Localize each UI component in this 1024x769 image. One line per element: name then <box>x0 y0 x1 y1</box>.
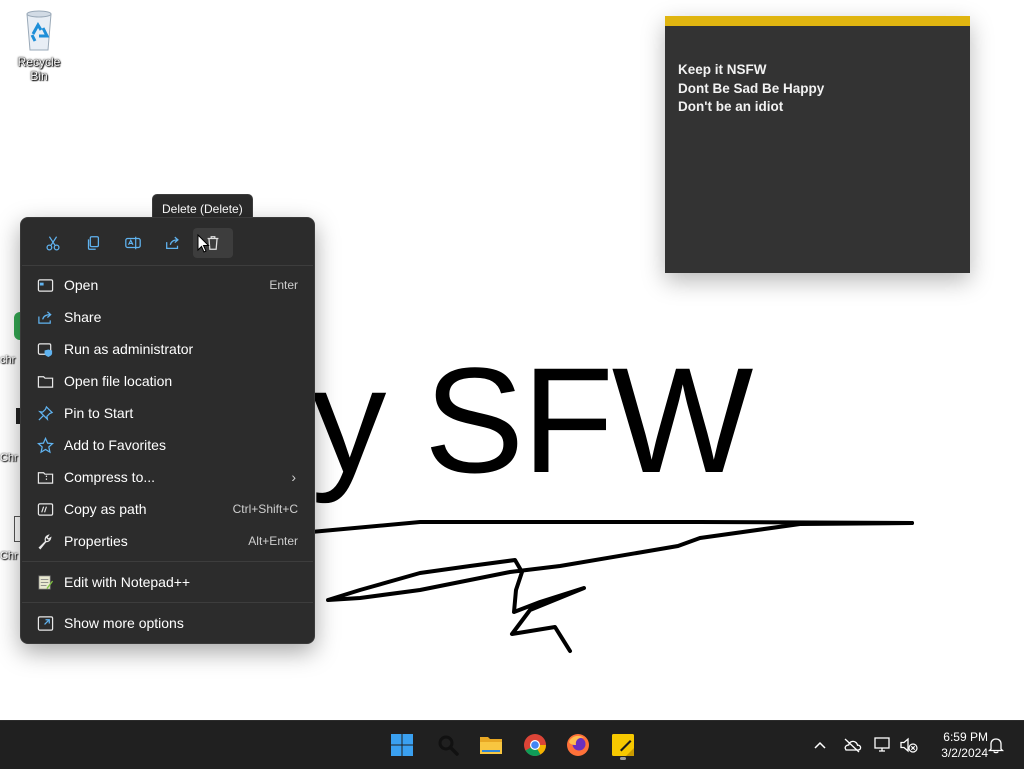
network-button[interactable] <box>873 735 893 755</box>
context-menu: Open Enter Share Run as administrator Op… <box>20 217 315 644</box>
menu-separator <box>22 602 313 603</box>
share-button[interactable] <box>153 228 193 258</box>
menu-item-open-file-location[interactable]: Open file location <box>27 366 308 396</box>
rename-button[interactable] <box>113 228 153 258</box>
menu-separator <box>22 561 313 562</box>
menu-item-pin-to-start[interactable]: Pin to Start <box>27 398 308 428</box>
menu-item-label: Open file location <box>64 373 173 389</box>
taskbar: 6:59 PM 3/2/2024 <box>0 720 1024 769</box>
menu-separator <box>22 265 313 266</box>
volume-button[interactable] <box>899 735 919 755</box>
network-icon <box>874 737 890 752</box>
desktop: ay SFW Recycle Bin chr Chr Chr Keep it N… <box>0 0 1024 720</box>
chevron-up-icon <box>814 741 826 749</box>
menu-item-run-as-administrator[interactable]: Run as administrator <box>27 334 308 364</box>
menu-item-compress-to[interactable]: Compress to... › <box>27 462 308 492</box>
chrome-button[interactable] <box>517 727 553 763</box>
start-button[interactable] <box>384 727 420 763</box>
folder-icon <box>35 371 55 391</box>
notifications-button[interactable] <box>986 735 1006 755</box>
menu-item-label: Copy as path <box>64 501 147 517</box>
chrome-icon <box>524 734 546 756</box>
menu-item-label: Show more options <box>64 615 184 631</box>
menu-item-share[interactable]: Share <box>27 302 308 332</box>
sticky-note-line: Dont Be Sad Be Happy <box>678 80 825 96</box>
menu-item-properties[interactable]: Properties Alt+Enter <box>27 526 308 556</box>
search-button[interactable] <box>430 727 466 763</box>
clock-time: 6:59 PM <box>943 730 988 744</box>
shield-icon <box>35 339 55 359</box>
menu-item-shortcut: Alt+Enter <box>248 534 298 548</box>
file-explorer-button[interactable] <box>473 727 509 763</box>
menu-item-label: Properties <box>64 533 128 549</box>
copy-icon <box>87 236 100 250</box>
desktop-icon-label: Chr <box>0 550 18 562</box>
sticky-note-line: Don't be an idiot <box>678 99 784 114</box>
sticky-note-accent-bar[interactable] <box>665 16 970 26</box>
firefox-icon <box>567 734 589 756</box>
menu-item-show-more-options[interactable]: Show more options <box>27 608 308 638</box>
copy-button[interactable] <box>73 228 113 258</box>
open-app-icon <box>35 275 55 295</box>
onedrive-icon <box>844 738 862 753</box>
running-indicator <box>620 757 626 760</box>
show-hidden-icons-button[interactable] <box>810 735 830 755</box>
share-icon <box>35 307 55 327</box>
menu-item-edit-with-notepadpp[interactable]: Edit with Notepad++ <box>27 567 308 597</box>
menu-item-label: Compress to... <box>64 469 156 485</box>
search-icon <box>438 735 459 756</box>
clock[interactable]: 6:59 PM 3/2/2024 <box>926 729 988 761</box>
volume-muted-icon <box>900 737 918 753</box>
menu-item-shortcut: Ctrl+Shift+C <box>232 502 298 516</box>
star-icon <box>35 435 55 455</box>
clock-date: 3/2/2024 <box>941 746 988 760</box>
menu-item-label: Run as administrator <box>64 341 194 357</box>
wrench-icon <box>35 531 55 551</box>
start-icon <box>391 734 413 756</box>
recycle-bin-graphic <box>26 10 52 51</box>
notepadpp-icon <box>35 572 55 592</box>
menu-item-label: Edit with Notepad++ <box>64 574 191 590</box>
menu-item-add-to-favorites[interactable]: Add to Favorites <box>27 430 308 460</box>
desktop-icon-label: chr <box>0 354 16 366</box>
file-explorer-icon <box>480 737 502 754</box>
sticky-note-line: Keep it NSFW <box>678 62 767 77</box>
sticky-notes-button[interactable] <box>605 727 641 763</box>
onedrive-button[interactable] <box>842 735 862 755</box>
rename-icon <box>125 236 141 250</box>
recycle-bin-label: Recycle Bin <box>17 55 61 83</box>
sticky-note[interactable]: Keep it NSFW Dont Be Sad Be Happy Don't … <box>665 16 970 273</box>
notification-icon <box>988 738 1004 754</box>
recycle-bin-icon[interactable]: Recycle Bin <box>8 8 70 83</box>
mouse-cursor-icon <box>197 234 210 253</box>
desktop-icon-label: Chr <box>0 452 18 464</box>
chevron-right-icon: › <box>291 469 296 485</box>
zip-folder-icon <box>35 467 55 487</box>
menu-item-label: Open <box>64 277 99 293</box>
menu-item-open[interactable]: Open Enter <box>27 270 308 300</box>
menu-item-label: Pin to Start <box>64 405 134 421</box>
menu-item-label: Share <box>64 309 102 325</box>
more-options-icon <box>35 613 55 633</box>
cut-icon <box>46 236 60 251</box>
sticky-note-content[interactable]: Keep it NSFW Dont Be Sad Be Happy Don't … <box>665 26 970 117</box>
menu-item-shortcut: Enter <box>269 278 298 292</box>
menu-item-copy-as-path[interactable]: Copy as path Ctrl+Shift+C <box>27 494 308 524</box>
firefox-button[interactable] <box>560 727 596 763</box>
cut-button[interactable] <box>33 228 73 258</box>
share-icon <box>166 236 179 250</box>
sticky-notes-icon <box>612 734 634 756</box>
pin-icon <box>35 403 55 423</box>
menu-item-label: Add to Favorites <box>64 437 166 453</box>
copy-path-icon <box>35 499 55 519</box>
